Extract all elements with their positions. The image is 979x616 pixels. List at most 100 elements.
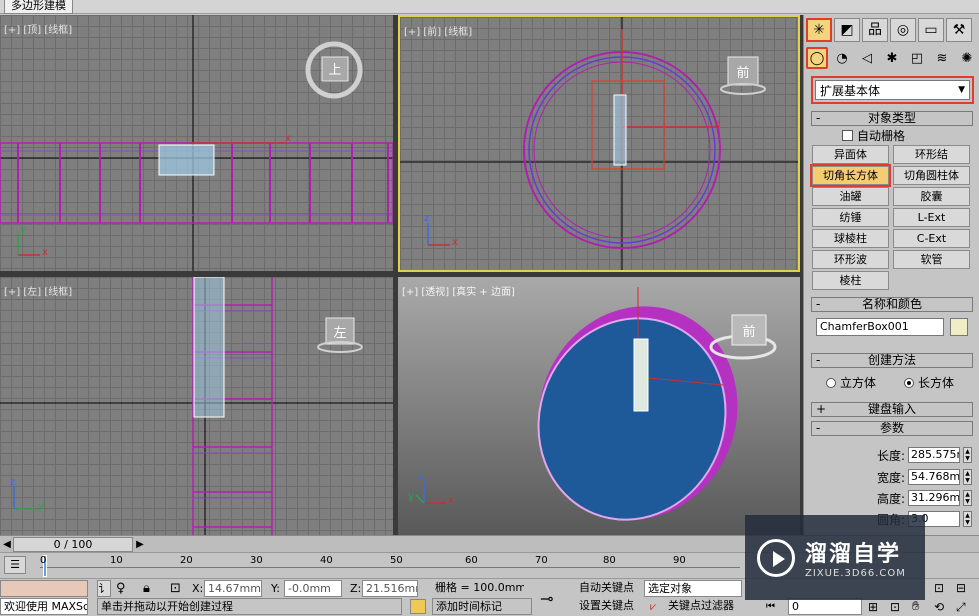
viewport-top[interactable]: [+] [顶] [线框] 上 x x y xyxy=(0,15,393,271)
pan-icon[interactable]: ✋︎ xyxy=(912,599,919,614)
isolate-icon[interactable]: ♀ xyxy=(116,581,126,596)
key-filters-button[interactable]: 关键点过滤器 xyxy=(665,598,743,615)
object-button-torus-knot[interactable]: 环形结 xyxy=(893,145,970,164)
auto-grid-checkbox[interactable]: 自动栅格 xyxy=(842,127,905,144)
key-selection-dropdown[interactable]: 选定对象 xyxy=(644,580,742,597)
object-button-hose[interactable]: 软管 xyxy=(893,250,970,269)
viewcube-persp-label[interactable]: 前 xyxy=(740,321,758,340)
utilities-tab-icon[interactable]: ⚒ xyxy=(946,18,972,42)
rollout-creation-method[interactable]: - 创建方法 xyxy=(811,353,973,368)
axis-x-label: x xyxy=(42,247,48,258)
checkbox-box[interactable] xyxy=(842,130,853,141)
maxscript-output[interactable]: 欢迎使用 MAXSc xyxy=(0,598,88,615)
radio-circle[interactable] xyxy=(904,377,914,388)
gizmo-x-label: x xyxy=(714,119,720,130)
ribbon-tab-poly-modeling[interactable]: 多边形建模 xyxy=(4,0,73,14)
create-tab-icon[interactable]: ✳ xyxy=(806,18,832,42)
curve-editor-icon[interactable]: ☰ xyxy=(4,556,26,574)
helpers-icon[interactable]: ◰ xyxy=(906,47,928,69)
spacewarps-icon[interactable]: ≋ xyxy=(931,47,953,69)
rollout-parameters[interactable]: - 参数 xyxy=(811,421,973,436)
viewport-label-perspective[interactable]: [+] [透视] [真实 + 边面] xyxy=(402,283,515,298)
method-box-radio[interactable]: 长方体 xyxy=(904,374,954,391)
object-button-chamfer-box[interactable]: 切角长方体 xyxy=(810,164,891,187)
coord-x-field[interactable]: 14.67mm xyxy=(204,580,262,597)
zoom-all-icon[interactable]: ⊡ xyxy=(890,600,900,614)
time-slider-knob[interactable]: 0 / 100 xyxy=(13,537,133,552)
systems-icon[interactable]: ✺ xyxy=(956,47,978,69)
param-length-row: 长度: 285.575m ▲▼ xyxy=(844,446,972,464)
modify-tab-icon[interactable]: ◩ xyxy=(834,18,860,42)
param-width-input[interactable]: 54.768mm xyxy=(908,469,960,485)
key-filter-icon[interactable]: ⩗ xyxy=(650,600,656,614)
viewport-perspective[interactable]: [+] [透视] [真实 + 边面] 前 x z y xyxy=(398,277,800,535)
set-key-button[interactable]: 设置关键点 xyxy=(576,598,640,615)
viewport-label-left[interactable]: [+] [左] [线框] xyxy=(4,283,72,298)
current-frame-field[interactable]: 0 xyxy=(788,598,862,615)
rollout-title: 参数 xyxy=(879,421,904,435)
object-button-capsule[interactable]: 胶囊 xyxy=(893,187,970,206)
add-time-tag-button[interactable]: 添加时间标记 xyxy=(432,598,532,615)
param-fillet-spinner[interactable]: ▲ ▼ xyxy=(963,511,972,527)
viewport-front[interactable]: [+] [前] [线框] 前 x x z xyxy=(398,15,800,272)
maximize-viewport-icon[interactable]: ⤢ xyxy=(956,600,966,615)
viewport-label-front[interactable]: [+] [前] [线框] xyxy=(404,23,472,38)
coord-y-field[interactable]: -0.0mm xyxy=(284,580,342,597)
hierarchy-tab-icon[interactable]: 品 xyxy=(862,18,888,42)
time-tag-icon[interactable] xyxy=(410,599,426,614)
cameras-icon[interactable]: ✱ xyxy=(881,47,903,69)
object-button-prism[interactable]: 棱柱 xyxy=(812,271,889,290)
object-color-swatch[interactable] xyxy=(950,318,968,336)
time-next-icon[interactable]: ▶ xyxy=(134,537,146,552)
go-to-start-icon[interactable]: ⏮ xyxy=(766,601,775,612)
viewcube-front-label[interactable]: 前 xyxy=(734,62,752,81)
radio-circle[interactable] xyxy=(826,377,836,388)
maxscript-listener-mini[interactable] xyxy=(0,580,88,597)
motion-tab-icon[interactable]: ◎ xyxy=(890,18,916,42)
viewcube-top-label[interactable]: 上 xyxy=(327,59,343,78)
lights-icon[interactable]: ◁ xyxy=(856,47,878,69)
timeline-ruler[interactable]: 0 10 20 30 40 50 60 70 80 90 xyxy=(40,553,740,579)
object-button-l-ext[interactable]: L-Ext xyxy=(893,208,970,227)
param-length-input[interactable]: 285.575m xyxy=(908,447,960,463)
lock-icon[interactable]: 🔒︎ xyxy=(143,581,150,596)
category-dropdown[interactable]: 扩展基本体 ▼ xyxy=(811,76,974,104)
zoom-extents-icon[interactable]: ⊟ xyxy=(956,581,966,595)
auto-key-button[interactable]: 自动关键点 xyxy=(576,580,640,597)
key-mode-icon[interactable]: ⊸ xyxy=(540,589,553,608)
auto-grid-label: 自动栅格 xyxy=(857,129,906,143)
param-height-spinner[interactable]: ▲ ▼ xyxy=(963,490,972,506)
display-tab-icon[interactable]: ▭ xyxy=(918,18,944,42)
axis-x-label: x xyxy=(452,237,458,248)
object-button-ringwave[interactable]: 环形波 xyxy=(812,250,889,269)
orbit-icon[interactable]: ⟲ xyxy=(934,600,944,614)
object-name-field[interactable]: ChamferBox001 xyxy=(816,318,944,336)
object-button-oil-tank[interactable]: 油罐 xyxy=(812,187,889,206)
category-dropdown-value: 扩展基本体 xyxy=(820,83,881,98)
rollout-keyboard-entry[interactable]: + 键盘输入 xyxy=(811,402,973,417)
param-height-input[interactable]: 31.296mm xyxy=(908,490,960,506)
viewcube-left-label[interactable]: 左 xyxy=(332,322,348,341)
object-button-hedra[interactable]: 异面体 xyxy=(812,145,889,164)
shapes-icon[interactable]: ◔ xyxy=(831,47,853,69)
absolute-mode-icon[interactable]: ⊡ xyxy=(170,581,181,596)
selection-lock-icon[interactable]: 讠 xyxy=(97,580,111,597)
rollout-object-type[interactable]: - 对象类型 xyxy=(811,111,973,126)
coord-z-field[interactable]: 21.516mm xyxy=(362,580,418,597)
time-prev-icon[interactable]: ◀ xyxy=(1,537,13,552)
axis-x-label: x xyxy=(448,495,454,506)
geometry-icon[interactable]: ◯ xyxy=(806,47,828,69)
method-cube-radio[interactable]: 立方体 xyxy=(826,374,876,391)
param-width-spinner[interactable]: ▲ ▼ xyxy=(963,469,972,485)
param-length-spinner[interactable]: ▲ ▼ xyxy=(963,447,972,463)
viewport-label-top[interactable]: [+] [顶] [线框] xyxy=(4,21,72,36)
rollout-name-color[interactable]: - 名称和颜色 xyxy=(811,297,973,312)
object-button-c-ext[interactable]: C-Ext xyxy=(893,229,970,248)
rollout-title: 创建方法 xyxy=(867,353,916,367)
viewport-left[interactable]: [+] [左] [线框] 左 y z xyxy=(0,277,393,535)
object-button-chamfer-cyl[interactable]: 切角圆柱体 xyxy=(893,166,970,185)
field-of-view-icon[interactable]: ⊡ xyxy=(934,581,944,595)
zoom-icon[interactable]: ⊞ xyxy=(868,600,878,614)
object-button-gengon[interactable]: 球棱柱 xyxy=(812,229,889,248)
object-button-spindle[interactable]: 纺锤 xyxy=(812,208,889,227)
